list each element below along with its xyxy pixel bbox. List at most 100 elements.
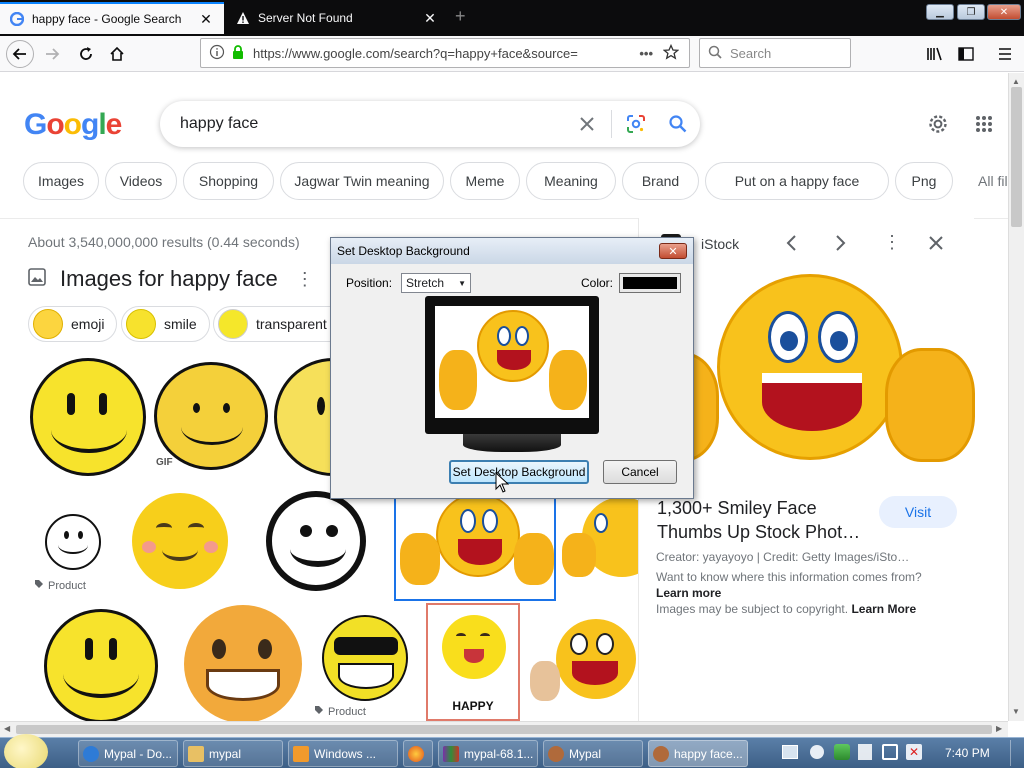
chip-put-on-a-happy-face[interactable]: Put on a happy face bbox=[705, 162, 889, 200]
chip-brand[interactable]: Brand bbox=[622, 162, 699, 200]
scroll-down-icon[interactable]: ▼ bbox=[1012, 707, 1020, 716]
image-result[interactable]: GIF bbox=[152, 356, 270, 478]
taskbar-item-mypal[interactable]: Mypal bbox=[543, 740, 643, 767]
taskbar-item-windows-media[interactable]: Windows ... bbox=[288, 740, 398, 767]
image-result[interactable] bbox=[182, 603, 304, 721]
images-heading-text[interactable]: Images for happy face bbox=[60, 266, 278, 292]
sunglasses-icon bbox=[334, 637, 398, 655]
image-result[interactable]: HAPPY bbox=[426, 603, 520, 721]
sidebar-icon[interactable] bbox=[952, 40, 980, 68]
browser-search-box[interactable]: Search bbox=[699, 38, 851, 68]
copyright-learn-more-link[interactable]: Learn More bbox=[851, 602, 916, 616]
clear-search-icon[interactable] bbox=[567, 115, 607, 133]
search-icon[interactable] bbox=[656, 114, 700, 134]
window-close-button[interactable]: ✕ bbox=[987, 4, 1021, 20]
tab-server-not-found[interactable]: Server Not Found ✕ bbox=[226, 2, 448, 34]
taskbar-item-mypal-document[interactable]: Mypal - Do... bbox=[78, 740, 178, 767]
chip-meaning[interactable]: Meaning bbox=[526, 162, 616, 200]
tab-google-search[interactable]: happy face - Google Search ✕ bbox=[0, 2, 224, 34]
taskbar-item-mypal-archive[interactable]: mypal-68.1... bbox=[438, 740, 538, 767]
image-result[interactable] bbox=[560, 483, 640, 595]
flag-icon[interactable] bbox=[858, 744, 872, 760]
chip-png[interactable]: Png bbox=[895, 162, 953, 200]
speaker-muted-icon[interactable]: ✕ bbox=[906, 744, 922, 760]
image-result[interactable]: Product bbox=[310, 603, 420, 721]
image-result[interactable] bbox=[28, 356, 148, 478]
image-result[interactable] bbox=[244, 483, 390, 595]
google-logo[interactable]: Google bbox=[24, 108, 122, 142]
horizontal-scrollbar[interactable]: ◀ ▶ bbox=[0, 721, 1008, 737]
back-icon[interactable] bbox=[6, 40, 34, 68]
scroll-right-icon[interactable]: ▶ bbox=[996, 724, 1002, 733]
image-title[interactable]: 1,300+ Smiley Face Thumbs Up Stock Phot… bbox=[657, 496, 867, 544]
close-tab-icon[interactable]: ✕ bbox=[198, 11, 214, 28]
chip-shopping[interactable]: Shopping bbox=[183, 162, 274, 200]
scrollbar-thumb[interactable] bbox=[1011, 87, 1022, 227]
home-icon[interactable] bbox=[103, 40, 131, 68]
image-result[interactable] bbox=[526, 603, 638, 721]
settings-gear-icon[interactable] bbox=[927, 113, 949, 138]
image-result[interactable] bbox=[274, 356, 334, 478]
search-query[interactable]: happy face bbox=[180, 115, 567, 133]
bookmark-star-icon[interactable] bbox=[662, 43, 680, 63]
dialog-titlebar[interactable]: Set Desktop Background ✕ bbox=[331, 238, 693, 264]
apps-grid-icon[interactable] bbox=[975, 115, 993, 136]
keyboard-icon[interactable] bbox=[782, 745, 798, 759]
more-options-icon[interactable]: ⋮ bbox=[296, 269, 314, 290]
lock-icon[interactable] bbox=[231, 44, 245, 63]
chip-jagwar-twin-meaning[interactable]: Jagwar Twin meaning bbox=[280, 162, 444, 200]
image-result[interactable] bbox=[28, 603, 178, 721]
close-panel-icon[interactable] bbox=[927, 234, 945, 255]
visit-button[interactable]: Visit bbox=[879, 496, 957, 528]
cancel-button[interactable]: Cancel bbox=[603, 460, 677, 484]
info-icon[interactable] bbox=[209, 44, 225, 63]
chip-images[interactable]: Images bbox=[23, 162, 99, 200]
restore-button[interactable]: ❐ bbox=[957, 4, 985, 20]
previous-icon[interactable] bbox=[785, 232, 799, 257]
subchip-smile[interactable]: smile bbox=[121, 306, 210, 342]
horizontal-scrollbar-thumb[interactable] bbox=[16, 725, 992, 734]
start-button[interactable] bbox=[4, 734, 48, 768]
minimize-button[interactable]: ▁ bbox=[926, 4, 954, 20]
scroll-up-icon[interactable]: ▲ bbox=[1012, 77, 1020, 86]
network-icon[interactable] bbox=[882, 744, 898, 760]
page-actions-icon[interactable]: ••• bbox=[639, 46, 653, 61]
close-tab-icon[interactable]: ✕ bbox=[422, 10, 438, 27]
position-dropdown[interactable]: Stretch ▼ bbox=[401, 273, 471, 293]
new-tab-icon[interactable]: + bbox=[455, 6, 466, 27]
image-result[interactable] bbox=[122, 483, 238, 595]
subchip-emoji[interactable]: emoji bbox=[28, 306, 118, 342]
color-picker-button[interactable] bbox=[619, 273, 681, 293]
reload-icon[interactable] bbox=[72, 40, 100, 68]
set-desktop-background-button[interactable]: Set Desktop Background bbox=[449, 460, 589, 484]
subchip-transparent[interactable]: transparent bbox=[213, 306, 339, 342]
credit-text: Creator: yayayoyo | Credit: Getty Images… bbox=[656, 550, 910, 564]
url-bar[interactable]: https://www.google.com/search?q=happy+fa… bbox=[200, 38, 690, 68]
show-desktop-button[interactable] bbox=[1010, 740, 1022, 766]
next-icon[interactable] bbox=[833, 232, 847, 257]
lens-icon[interactable] bbox=[616, 114, 656, 134]
taskbar-item-happy-face[interactable]: happy face... bbox=[648, 740, 748, 767]
image-result-selected[interactable] bbox=[394, 483, 556, 601]
thumbs-up-smiley-icon bbox=[556, 619, 636, 699]
chip-videos[interactable]: Videos bbox=[105, 162, 177, 200]
url-text[interactable]: https://www.google.com/search?q=happy+fa… bbox=[253, 46, 629, 61]
security-shield-icon[interactable] bbox=[834, 744, 850, 760]
vertical-scrollbar[interactable]: ▲ ▼ bbox=[1008, 73, 1024, 721]
library-icon[interactable] bbox=[921, 40, 949, 68]
forward-icon[interactable] bbox=[38, 40, 66, 68]
emoji-tray-icon[interactable] bbox=[810, 745, 824, 759]
scroll-left-icon[interactable]: ◀ bbox=[4, 724, 10, 733]
google-search-bar[interactable]: happy face bbox=[160, 101, 700, 147]
chip-meme[interactable]: Meme bbox=[450, 162, 520, 200]
learn-more-link[interactable]: Learn more bbox=[656, 586, 721, 600]
source-name[interactable]: iStock bbox=[701, 236, 739, 252]
menu-icon[interactable] bbox=[991, 40, 1019, 68]
image-result[interactable]: Product bbox=[28, 483, 116, 595]
dialog-close-button[interactable]: ✕ bbox=[659, 243, 687, 259]
chip-all-filters[interactable]: All fil bbox=[966, 162, 1008, 200]
more-options-icon[interactable]: ⋮ bbox=[883, 232, 901, 253]
taskbar-item-mypal-folder[interactable]: mypal bbox=[183, 740, 283, 767]
clock[interactable]: 7:40 PM bbox=[945, 746, 990, 760]
taskbar-item-firefox[interactable] bbox=[403, 740, 433, 767]
